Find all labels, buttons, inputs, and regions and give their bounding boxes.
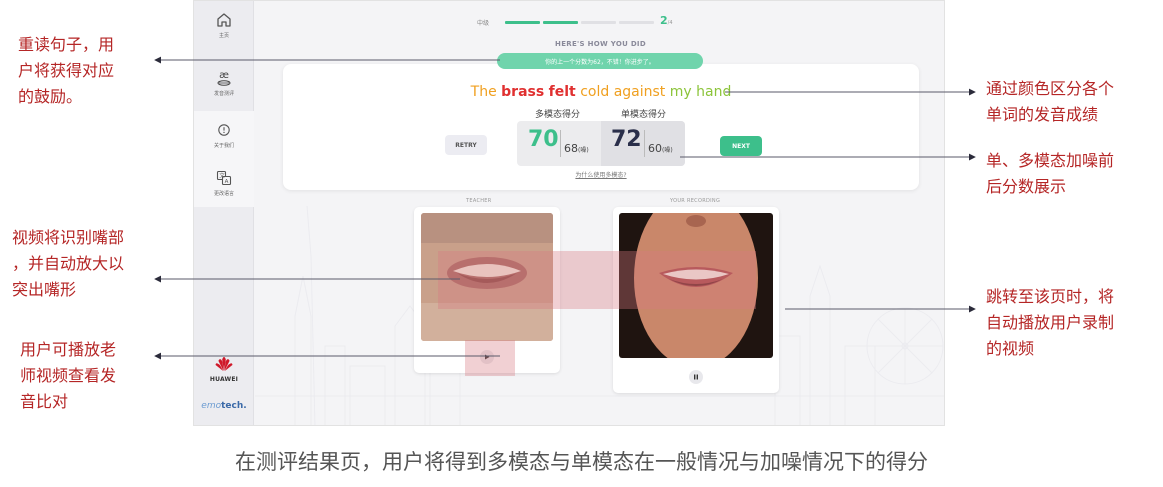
noise-suffix: (噪) (578, 147, 589, 154)
annotation-line: 用户可播放老 (20, 340, 117, 359)
why-multimodal-link[interactable]: 为什么使用多模态? (283, 170, 919, 179)
multimodal-noisy-value: 68 (564, 142, 578, 155)
recording-video-label: YOUR RECORDING (670, 198, 721, 204)
score-panel: 70 68(噪) 72 60(噪) (517, 121, 685, 166)
unimodal-score-title: 单模态得分 (621, 110, 667, 120)
sidebar: 主页 æ 发音测评 关于我们 文A 更改语言 HUAWEI emotech. (194, 1, 254, 425)
info-chat-icon (215, 121, 233, 139)
level-label: 中级 (477, 20, 490, 27)
annotation-score-display: 单、多模态加噪前 后分数展示 (986, 148, 1114, 200)
noise-suffix: (噪) (662, 147, 673, 154)
annotation-line: 自动播放用户录制 (986, 313, 1115, 332)
sidebar-item-language[interactable]: 文A 更改语言 (194, 159, 254, 207)
score-divider (644, 130, 645, 157)
multimodal-noisy-score: 68(噪) (564, 142, 589, 155)
sidebar-item-label: 更改语言 (213, 191, 234, 197)
progress-bar (505, 21, 655, 24)
annotation-line: 的视频 (986, 339, 1035, 358)
annotation-line: 音比对 (20, 392, 69, 411)
sentence-word: my (669, 84, 692, 100)
app-window: 主页 æ 发音测评 关于我们 文A 更改语言 HUAWEI emotech. 中… (193, 0, 945, 426)
multimodal-score: 70 68(噪) (517, 121, 601, 166)
annotation-line: 通过颜色区分各个 (986, 79, 1115, 98)
next-button[interactable]: NEXT (720, 136, 762, 156)
progress-current: 2 (660, 14, 668, 27)
phonetic-glyph: æ (219, 69, 229, 81)
annotation-line: 重读句子，用 (18, 35, 115, 54)
scored-sentence: The brass felt cold against my hand (283, 84, 919, 100)
unimodal-score: 72 60(噪) (601, 121, 685, 166)
emotech-logo: emotech. (194, 401, 254, 411)
unimodal-clean-score: 72 (611, 127, 642, 152)
progress-segment-3 (581, 21, 616, 24)
sidebar-item-home[interactable]: 主页 (194, 1, 254, 49)
annotation-autoplay: 跳转至该页时，将 自动播放用户录制 的视频 (986, 284, 1114, 362)
annotation-line: 的鼓励。 (18, 87, 83, 106)
annotation-line: 后分数展示 (986, 177, 1067, 196)
score-divider (560, 130, 561, 157)
mouth-zoom-highlight (438, 251, 756, 309)
annotation-teacher-video: 用户可播放老 师视频查看发 音比对 (20, 337, 116, 415)
annotation-line: 视频将识别嘴部 (12, 228, 125, 247)
sidebar-item-label: 主页 (218, 33, 229, 39)
result-card: The brass felt cold against my hand 多模态得… (283, 64, 919, 190)
progress-total: /4 (667, 20, 673, 26)
sentence-word: brass (501, 84, 545, 100)
multimodal-clean-score: 70 (528, 127, 559, 152)
home-icon (215, 11, 233, 29)
huawei-wordmark: HUAWEI (209, 376, 239, 383)
annotation-line: 突出嘴形 (12, 280, 77, 299)
annotation-line: 户将获得对应 (18, 61, 115, 80)
sentence-word: hand (696, 84, 732, 100)
results-heading: HERE'S HOW YOU DID (555, 40, 646, 48)
sidebar-item-label: 关于我们 (213, 143, 234, 149)
recording-pause-button[interactable] (689, 370, 703, 384)
unimodal-noisy-value: 60 (648, 142, 662, 155)
phonetic-icon: æ (215, 69, 233, 87)
huawei-flower-icon (215, 357, 233, 371)
progress-counter: 2/4 (660, 14, 673, 27)
sidebar-item-about[interactable]: 关于我们 (194, 111, 254, 159)
annotation-mouth-zoom: 视频将识别嘴部 ，并自动放大以 突出嘴形 (12, 225, 124, 303)
progress-segment-4 (619, 21, 654, 24)
progress-segment-1 (505, 21, 540, 24)
main-content: 中级 2/4 HERE'S HOW YOU DID The brass felt… (255, 1, 944, 425)
svg-text:A: A (225, 179, 229, 185)
progress-segment-2 (543, 21, 578, 24)
unimodal-noisy-score: 60(噪) (648, 142, 673, 155)
city-skyline-illustration (255, 205, 944, 425)
annotation-word-colors: 通过颜色区分各个 单词的发音成绩 (986, 76, 1114, 128)
translate-icon: 文A (215, 169, 233, 187)
sentence-word: against (613, 84, 666, 100)
sentence-word: cold (580, 84, 610, 100)
sentence-word: The (470, 84, 497, 100)
huawei-logo: HUAWEI (194, 356, 254, 383)
multimodal-score-title: 多模态得分 (535, 110, 581, 120)
annotation-line: 跳转至该页时，将 (986, 287, 1115, 306)
emotech-wordmark-em: emo (201, 401, 222, 411)
annotation-line: 单、多模态加噪前 (986, 151, 1115, 170)
annotation-line: ，并自动放大以 (12, 254, 125, 273)
sidebar-item-pronunciation[interactable]: æ 发音测评 (194, 59, 254, 107)
slide-caption: 在测评结果页，用户将得到多模态与单模态在一般情况与加噪情况下的得分 (235, 450, 928, 474)
encouragement-banner: 你的上一个分数为62，不错！你进步了。 (497, 53, 703, 69)
teacher-video-label: TEACHER (466, 198, 492, 204)
sentence-word: felt (548, 84, 576, 100)
annotation-line: 单词的发音成绩 (986, 105, 1099, 124)
sidebar-item-label: 发音测评 (213, 91, 234, 97)
emotech-wordmark-tech: tech. (221, 401, 247, 411)
play-button-highlight (465, 340, 515, 376)
annotation-line: 师视频查看发 (20, 366, 117, 385)
retry-button[interactable]: RETRY (445, 135, 487, 155)
annotation-reread: 重读句子，用 户将获得对应 的鼓励。 (18, 32, 114, 110)
pause-icon (694, 374, 698, 380)
